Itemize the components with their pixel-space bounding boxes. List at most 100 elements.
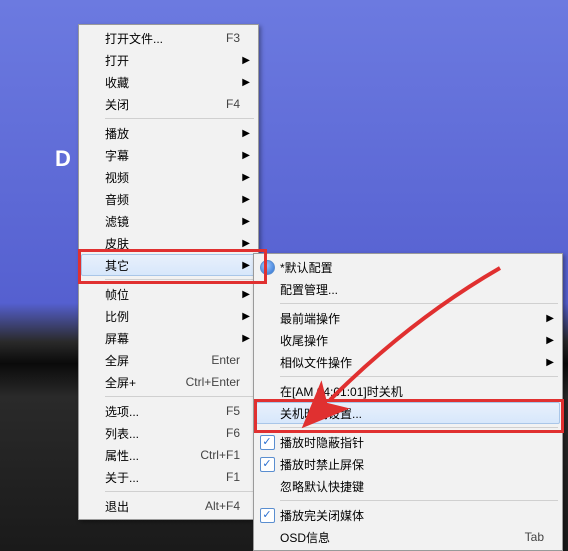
menu2-item-1[interactable]: 配置管理... bbox=[256, 278, 560, 300]
menu-item-label: 打开文件... bbox=[105, 30, 216, 47]
menu-item-label: 皮肤 bbox=[105, 235, 230, 252]
menu1-item-16[interactable]: 选项...F5 bbox=[81, 400, 256, 422]
menu1-item-20[interactable]: 退出Alt+F4 bbox=[81, 495, 256, 517]
menu2-item-3[interactable]: 收尾操作 ▶ bbox=[256, 329, 560, 351]
menu1-item-5[interactable]: 字幕 ▶ bbox=[81, 144, 256, 166]
menu1-item-2[interactable]: 收藏 ▶ bbox=[81, 71, 256, 93]
menu-item-label: 退出 bbox=[105, 498, 195, 515]
menu-separator bbox=[280, 427, 558, 428]
menu1-item-11[interactable]: 帧位 ▶ bbox=[81, 283, 256, 305]
menu1-item-1[interactable]: 打开 ▶ bbox=[81, 49, 256, 71]
menu1-item-9[interactable]: 皮肤 ▶ bbox=[81, 232, 256, 254]
menu-item-label: 打开 bbox=[105, 52, 230, 69]
menu1-item-0[interactable]: 打开文件...F3 bbox=[81, 27, 256, 49]
menu1-item-17[interactable]: 列表...F6 bbox=[81, 422, 256, 444]
menu-item-label: 全屏 bbox=[105, 352, 201, 369]
menu-item-shortcut: F6 bbox=[216, 426, 240, 440]
checkbox-indicator: ✓ bbox=[256, 504, 278, 526]
menu-item-label: 列表... bbox=[105, 425, 216, 442]
menu-separator bbox=[105, 279, 254, 280]
submenu-arrow-icon: ▶ bbox=[240, 289, 250, 300]
menu-item-shortcut: Tab bbox=[515, 530, 544, 544]
context-menu-main[interactable]: 打开文件...F3打开▶收藏▶关闭F4播放▶字幕▶视频▶音频▶滤镜▶皮肤▶其它▶… bbox=[78, 24, 259, 520]
menu-item-label: 选项... bbox=[105, 403, 216, 420]
menu-item-label: 视频 bbox=[105, 169, 230, 186]
menu-item-label: 最前端操作 bbox=[280, 310, 534, 327]
submenu-arrow-icon: ▶ bbox=[240, 172, 250, 183]
menu-item-label: 播放完关闭媒体 bbox=[280, 507, 534, 524]
context-menu-other[interactable]: *默认配置配置管理... 最前端操作 ▶ 收尾操作 ▶ 相似文件操作 ▶ 在[AM 04:01… bbox=[253, 253, 563, 551]
menu-separator bbox=[280, 500, 558, 501]
menu-item-label: 相似文件操作 bbox=[280, 354, 534, 371]
menu-item-label: 在[AM 04:01:01]时关机 bbox=[280, 383, 534, 400]
menu2-item-6[interactable]: 关机时间设置... bbox=[256, 402, 560, 424]
menu2-item-0[interactable]: *默认配置 bbox=[256, 256, 560, 278]
menu-item-label: 播放时隐蔽指针 bbox=[280, 434, 534, 451]
menu1-item-14[interactable]: 全屏Enter bbox=[81, 349, 256, 371]
menu-item-label: 关机时间设置... bbox=[280, 405, 534, 422]
menu-item-label: 关闭 bbox=[105, 96, 216, 113]
menu-item-label: 字幕 bbox=[105, 147, 230, 164]
submenu-arrow-icon: ▶ bbox=[544, 335, 554, 346]
menu-item-shortcut: Ctrl+Enter bbox=[176, 375, 240, 389]
menu1-item-13[interactable]: 屏幕 ▶ bbox=[81, 327, 256, 349]
menu1-item-12[interactable]: 比例 ▶ bbox=[81, 305, 256, 327]
menu2-item-9[interactable]: 忽略默认快捷键 bbox=[256, 475, 560, 497]
submenu-arrow-icon: ▶ bbox=[240, 194, 250, 205]
submenu-arrow-icon: ▶ bbox=[240, 216, 250, 227]
submenu-arrow-icon: ▶ bbox=[544, 357, 554, 368]
menu-item-label: 比例 bbox=[105, 308, 230, 325]
submenu-arrow-icon: ▶ bbox=[240, 311, 250, 322]
menu-item-label: 帧位 bbox=[105, 286, 230, 303]
menu-separator bbox=[105, 118, 254, 119]
menu-item-shortcut: Alt+F4 bbox=[195, 499, 240, 513]
menu2-item-8[interactable]: ✓播放时禁止屏保 bbox=[256, 453, 560, 475]
submenu-arrow-icon: ▶ bbox=[240, 150, 250, 161]
submenu-arrow-icon: ▶ bbox=[240, 333, 250, 344]
menu-item-shortcut: F3 bbox=[216, 31, 240, 45]
menu1-item-19[interactable]: 关于...F1 bbox=[81, 466, 256, 488]
menu-item-shortcut: F4 bbox=[216, 97, 240, 111]
menu-item-shortcut: F5 bbox=[216, 404, 240, 418]
menu-item-label: 音频 bbox=[105, 191, 230, 208]
menu1-item-3[interactable]: 关闭F4 bbox=[81, 93, 256, 115]
menu-item-label: 配置管理... bbox=[280, 281, 534, 298]
menu-item-shortcut: F1 bbox=[216, 470, 240, 484]
menu2-item-10[interactable]: ✓播放完关闭媒体 bbox=[256, 504, 560, 526]
menu2-item-2[interactable]: 最前端操作 ▶ bbox=[256, 307, 560, 329]
menu-item-label: OSD信息 bbox=[280, 529, 515, 546]
menu-item-label: 收藏 bbox=[105, 74, 230, 91]
menu1-item-7[interactable]: 音频 ▶ bbox=[81, 188, 256, 210]
submenu-arrow-icon: ▶ bbox=[544, 313, 554, 324]
menu-separator bbox=[280, 376, 558, 377]
menu-item-label: 播放 bbox=[105, 125, 230, 142]
menu2-item-7[interactable]: ✓播放时隐蔽指针 bbox=[256, 431, 560, 453]
menu-item-label: 滤镜 bbox=[105, 213, 230, 230]
menu-item-shortcut: Ctrl+F1 bbox=[190, 448, 240, 462]
submenu-arrow-icon: ▶ bbox=[240, 77, 250, 88]
menu-item-label: 关于... bbox=[105, 469, 216, 486]
menu1-item-4[interactable]: 播放▶ bbox=[81, 122, 256, 144]
menu-item-label: 忽略默认快捷键 bbox=[280, 478, 534, 495]
menu-item-label: 播放时禁止屏保 bbox=[280, 456, 534, 473]
submenu-arrow-icon: ▶ bbox=[240, 55, 250, 66]
menu-separator bbox=[280, 303, 558, 304]
menu-item-label: *默认配置 bbox=[280, 259, 534, 276]
menu1-item-6[interactable]: 视频 ▶ bbox=[81, 166, 256, 188]
menu1-item-18[interactable]: 属性...Ctrl+F1 bbox=[81, 444, 256, 466]
menu-separator bbox=[105, 491, 254, 492]
menu-item-label: 其它 bbox=[105, 257, 230, 274]
menu1-item-10[interactable]: 其它 ▶ bbox=[81, 254, 256, 276]
submenu-arrow-icon: ▶ bbox=[240, 238, 250, 249]
menu-item-label: 全屏+ bbox=[105, 374, 176, 391]
menu1-item-15[interactable]: 全屏+Ctrl+Enter bbox=[81, 371, 256, 393]
menu2-item-11[interactable]: OSD信息Tab bbox=[256, 526, 560, 548]
submenu-arrow-icon: ▶ bbox=[240, 260, 250, 271]
menu2-item-5[interactable]: 在[AM 04:01:01]时关机 bbox=[256, 380, 560, 402]
menu1-item-8[interactable]: 滤镜 ▶ bbox=[81, 210, 256, 232]
menu-item-label: 屏幕 bbox=[105, 330, 230, 347]
radio-indicator bbox=[256, 256, 278, 278]
menu-item-label: 收尾操作 bbox=[280, 332, 534, 349]
background-letter: D bbox=[55, 146, 71, 172]
menu2-item-4[interactable]: 相似文件操作 ▶ bbox=[256, 351, 560, 373]
